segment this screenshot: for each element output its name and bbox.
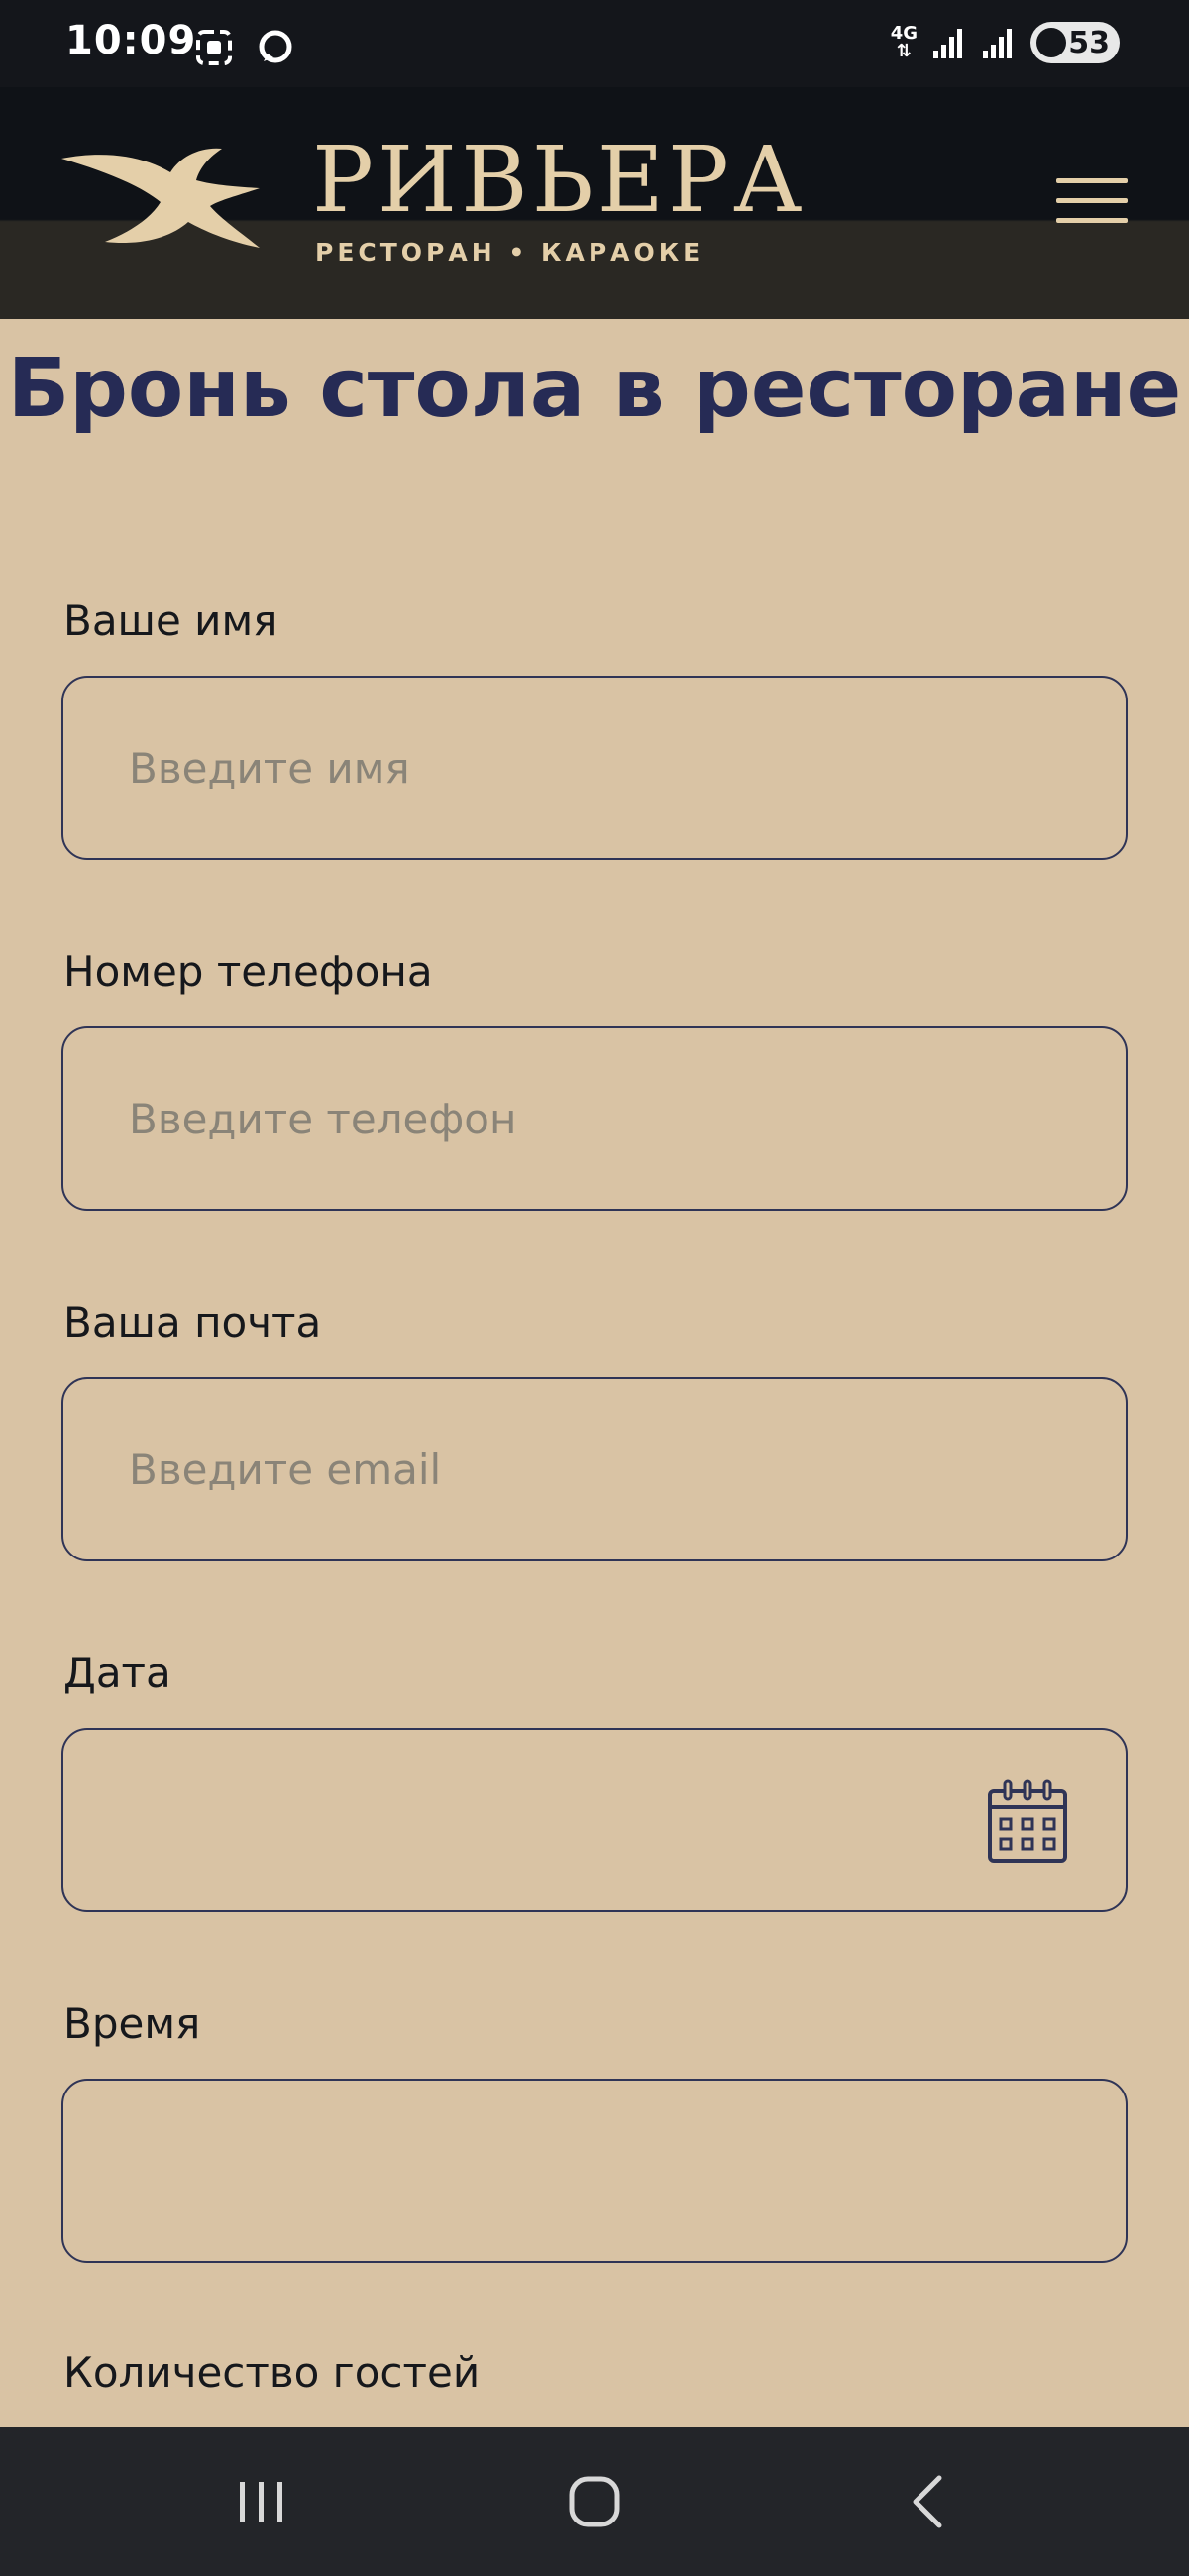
page-title: Бронь стола в ресторане [7, 342, 1182, 436]
calendar-icon[interactable] [987, 1779, 1068, 1865]
time-label: Время [63, 1999, 201, 2048]
date-field[interactable] [61, 1728, 1128, 1912]
phone-input[interactable] [63, 1028, 1126, 1209]
status-time: 10:09 [65, 18, 197, 63]
name-field-box [61, 676, 1128, 860]
site-header: РИВЬЕРА РЕСТОРАН • КАРАОКЕ [0, 87, 1189, 319]
status-notification-icons [194, 28, 295, 67]
menu-bar [1056, 198, 1128, 203]
data-arrows-icon: ⇅ [896, 41, 912, 61]
home-icon [569, 2476, 620, 2527]
email-field-box [61, 1377, 1128, 1561]
network-type: 4G ⇅ [890, 23, 918, 61]
time-field[interactable] [61, 2079, 1128, 2263]
status-system-icons: 4G ⇅ 53 [891, 22, 1120, 63]
seagull-logo-icon [61, 148, 260, 248]
brand-subtitle: РЕСТОРАН • КАРАОКЕ [315, 238, 704, 267]
brand-name: РИВЬЕРА [312, 127, 807, 233]
battery-indicator: 53 [1030, 22, 1120, 63]
recent-apps-button[interactable] [162, 2427, 361, 2576]
home-button[interactable] [495, 2427, 694, 2576]
recent-apps-icon [240, 2482, 282, 2522]
email-label: Ваша почта [63, 1298, 322, 1346]
guests-label: Количество гостей [63, 2348, 481, 2397]
phone-label: Номер телефона [63, 947, 433, 996]
hamburger-menu-icon[interactable] [1056, 178, 1128, 228]
system-navigation-bar [0, 2427, 1189, 2576]
phone-field-box [61, 1026, 1128, 1211]
status-bar: 10:09 4G ⇅ 53 [0, 0, 1189, 87]
menu-bar [1056, 178, 1128, 183]
name-label: Ваше имя [63, 596, 278, 645]
back-icon [913, 2475, 942, 2528]
signal-icon [933, 29, 962, 58]
email-input[interactable] [63, 1379, 1126, 1559]
battery-saver-icon [1036, 28, 1066, 57]
back-button[interactable] [828, 2427, 1027, 2576]
name-input[interactable] [63, 678, 1126, 858]
menu-bar [1056, 218, 1128, 223]
date-label: Дата [63, 1649, 171, 1697]
screenshot-icon [196, 30, 232, 65]
signal-icon [983, 29, 1012, 58]
chat-icon [259, 30, 292, 63]
